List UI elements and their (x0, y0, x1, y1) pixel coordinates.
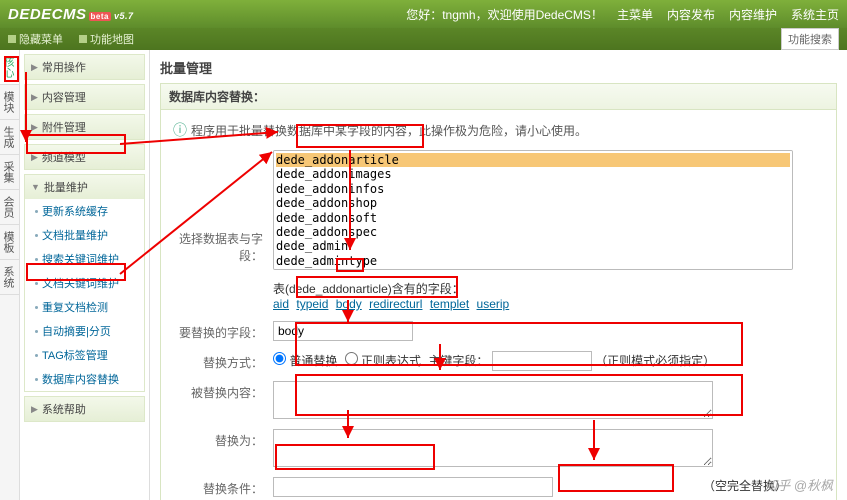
logo: DEDECMSbetav5.7 (8, 6, 134, 23)
greeting: 您好：tngmh，欢迎使用DedeCMS！ (406, 6, 603, 23)
lbl-pk: 主键字段： (428, 354, 488, 368)
cond-input[interactable] (273, 477, 553, 497)
page-subtitle: 数据库内容替换： (160, 83, 837, 110)
fields-list: aid typeid body redirecturl templet user… (273, 297, 513, 311)
topbar: DEDECMSbetav5.7 您好：tngmh，欢迎使用DedeCMS！ 主菜… (0, 0, 847, 28)
sb-it-autosum[interactable]: 自动摘要|分页 (25, 319, 144, 343)
sb-it-searchkw[interactable]: 搜索关键词维护 (25, 247, 144, 271)
fld-body[interactable]: body (336, 297, 362, 311)
menu-system-home[interactable]: 系统主页 (791, 6, 839, 23)
table-select[interactable]: dede_addonarticle dede_addonimages dede_… (273, 150, 793, 270)
sb-it-dbreplace[interactable]: 数据库内容替换 (25, 367, 144, 391)
sb-it-cache[interactable]: 更新系统缓存 (25, 199, 144, 223)
leftcol-collect[interactable]: 采集 (0, 155, 19, 190)
sb-it-docbatch[interactable]: 文档批量维护 (25, 223, 144, 247)
menu-main[interactable]: 主菜单 (617, 6, 653, 23)
watermark: 知乎 @秋枫 (764, 475, 833, 494)
function-map[interactable]: 功能地图 (79, 31, 134, 47)
leftcol-system[interactable]: 系统 (0, 260, 19, 295)
lbl-replace-field: 要替换的字段： (173, 321, 263, 341)
sb-common[interactable]: ▶常用操作 (25, 55, 144, 79)
radio-regex[interactable]: 正则表达式 (345, 354, 421, 368)
warn-text: 程序用于批量替换数据库中某字段的内容，此操作极为危险，请小心使用。 (191, 124, 587, 138)
sidebar: ▶常用操作 ▶内容管理 ▶附件管理 ▶频道模型 ▼批量维护 更新系统缓存 文档批… (20, 50, 150, 500)
leftcol: 核心 模块 生成 采集 会员 模板 系统 (0, 50, 20, 500)
fields-prefix: 表(dede_addonarticle)含有的字段： (273, 280, 513, 297)
sb-batch[interactable]: ▼批量维护 (25, 175, 144, 199)
lbl-mode: 替换方式： (173, 351, 263, 371)
lbl-select-table: 选择数据表与字段： (173, 227, 263, 264)
fld-userip[interactable]: userip (477, 297, 510, 311)
lbl-cond: 替换条件： (173, 477, 263, 497)
subbar: 隐藏菜单 功能地图 功能搜索 (0, 28, 847, 50)
function-search[interactable]: 功能搜索 (781, 28, 839, 50)
leftcol-core[interactable]: 核心 (0, 50, 19, 85)
dst-textarea[interactable] (273, 429, 713, 467)
fld-redirecturl[interactable]: redirecturl (369, 297, 422, 311)
fld-templet[interactable]: templet (430, 297, 469, 311)
content: 批量管理 数据库内容替换： ⓘ 程序用于批量替换数据库中某字段的内容，此操作极为危… (150, 50, 847, 500)
hide-menu[interactable]: 隐藏菜单 (8, 31, 63, 47)
leftcol-gen[interactable]: 生成 (0, 120, 19, 155)
src-textarea[interactable] (273, 381, 713, 419)
sb-it-dup[interactable]: 重复文档检测 (25, 295, 144, 319)
leftcol-module[interactable]: 模块 (0, 85, 19, 120)
sb-help[interactable]: ▶系统帮助 (25, 397, 144, 421)
sb-it-tag[interactable]: TAG标签管理 (25, 343, 144, 367)
sb-attach[interactable]: ▶附件管理 (25, 115, 144, 139)
fld-aid[interactable]: aid (273, 297, 289, 311)
sb-content[interactable]: ▶内容管理 (25, 85, 144, 109)
fld-typeid[interactable]: typeid (296, 297, 328, 311)
menu-content-maintain[interactable]: 内容维护 (729, 6, 777, 23)
info-icon: ⓘ (173, 122, 187, 138)
mode-note: （正则模式必须指定） (595, 354, 715, 368)
pk-input[interactable] (492, 351, 592, 371)
sb-channel[interactable]: ▶频道模型 (25, 145, 144, 169)
sb-it-dockw[interactable]: 文档关键词维护 (25, 271, 144, 295)
leftcol-template[interactable]: 模板 (0, 225, 19, 260)
radio-normal[interactable]: 普通替换 (273, 354, 337, 368)
leftcol-member[interactable]: 会员 (0, 190, 19, 225)
page-title: 批量管理 (160, 58, 837, 77)
lbl-src: 被替换内容： (173, 381, 263, 401)
lbl-dst: 替换为： (173, 429, 263, 449)
replace-field-input[interactable] (273, 321, 413, 341)
menu-content-publish[interactable]: 内容发布 (667, 6, 715, 23)
